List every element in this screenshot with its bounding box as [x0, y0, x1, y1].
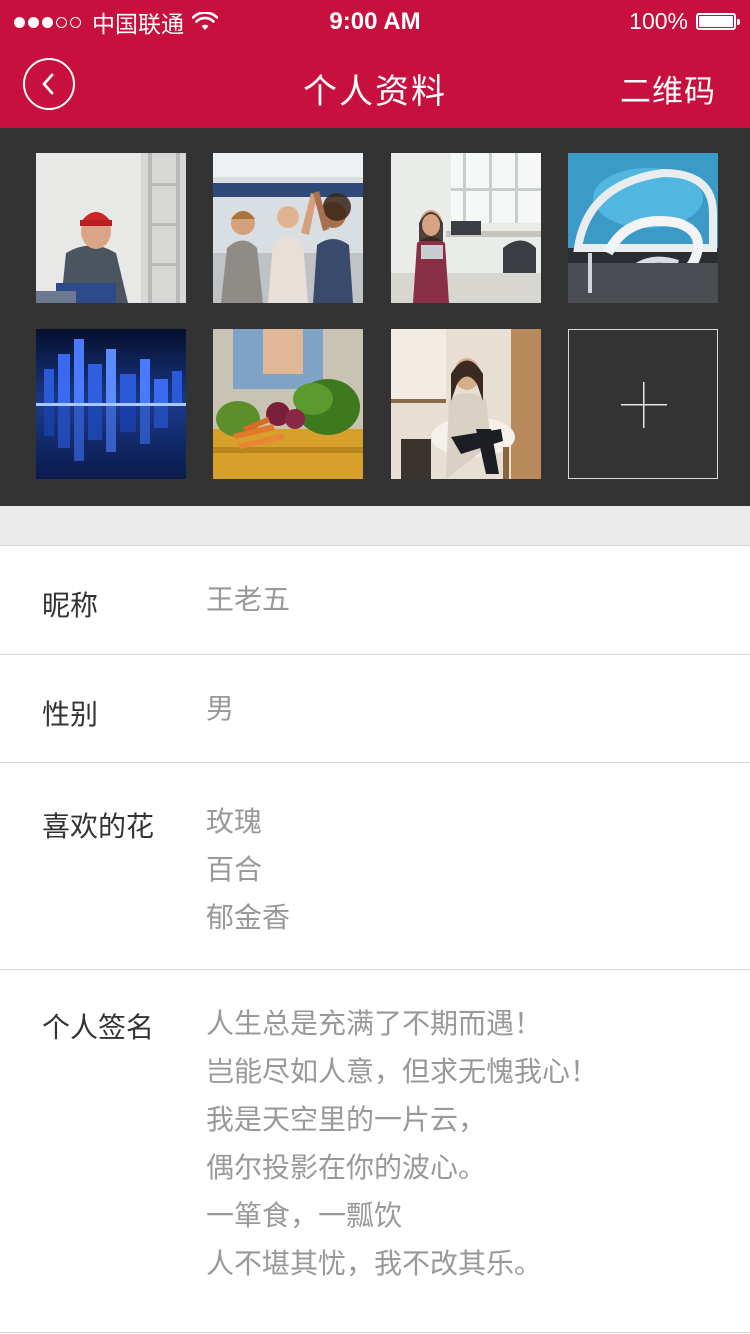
gender-row[interactable]: 性别 男 [0, 655, 750, 763]
flower-item: 玫瑰 [206, 805, 263, 838]
signature-line: 人生总是充满了不期而遇！ [206, 1007, 543, 1040]
signature-line: 岂能尽如人意，但求无愧我心！ [206, 1055, 599, 1088]
flower-item: 郁金香 [206, 901, 291, 934]
status-bar: 中国联通 9:00 AM 100% [0, 0, 750, 44]
battery-percent: 100% [629, 8, 688, 34]
smiling-woman-chair-photo[interactable] [391, 329, 541, 479]
photo-gallery [0, 128, 750, 506]
nickname-label: 昵称 [42, 589, 99, 622]
city-night-skyline-photo[interactable] [36, 329, 186, 479]
signature-line: 人不堪其忧，我不改其乐。 [206, 1247, 543, 1280]
bottom-divider [0, 1332, 750, 1333]
nickname-value: 王老五 [206, 583, 291, 616]
qr-code-button[interactable]: 二维码 [620, 66, 716, 111]
gender-label: 性别 [42, 698, 99, 731]
signature-line: 一箪食，一瓢饮 [206, 1199, 403, 1232]
header: 中国联通 9:00 AM 100% 个人资料 二维码 [0, 0, 750, 128]
battery-status: 100% [629, 8, 740, 35]
plus-icon [621, 382, 667, 428]
signature-row[interactable]: 个人签名 人生总是充满了不期而遇！ 岂能尽如人意，但求无愧我心！ 我是天空里的一… [0, 970, 750, 1334]
signature-label: 个人签名 [42, 1011, 155, 1044]
woman-office-tablet-photo[interactable] [391, 153, 541, 303]
nickname-row[interactable]: 昵称 王老五 [0, 546, 750, 655]
women-high-five-photo[interactable] [213, 153, 363, 303]
signature-line: 偶尔投影在你的波心。 [206, 1151, 487, 1184]
flower-item: 百合 [206, 853, 263, 886]
favorite-flowers-label: 喜欢的花 [42, 810, 155, 843]
nav-bar: 个人资料 二维码 [0, 44, 750, 128]
gender-value: 男 [206, 692, 235, 725]
battery-icon [696, 13, 740, 30]
favorite-flowers-values: 玫瑰 百合 郁金香 [206, 798, 290, 942]
favorite-flowers-row[interactable]: 喜欢的花 玫瑰 百合 郁金香 [0, 763, 750, 970]
signature-line: 我是天空里的一片云， [206, 1103, 487, 1136]
signature-text: 人生总是充满了不期而遇！ 岂能尽如人意，但求无愧我心！ 我是天空里的一片云， 偶… [206, 1000, 598, 1288]
vegetables-box-photo[interactable] [213, 329, 363, 479]
section-divider [0, 506, 750, 546]
add-photo-button[interactable] [568, 329, 718, 479]
man-red-hat-photo[interactable] [36, 153, 186, 303]
spiral-staircase-photo[interactable] [568, 153, 718, 303]
